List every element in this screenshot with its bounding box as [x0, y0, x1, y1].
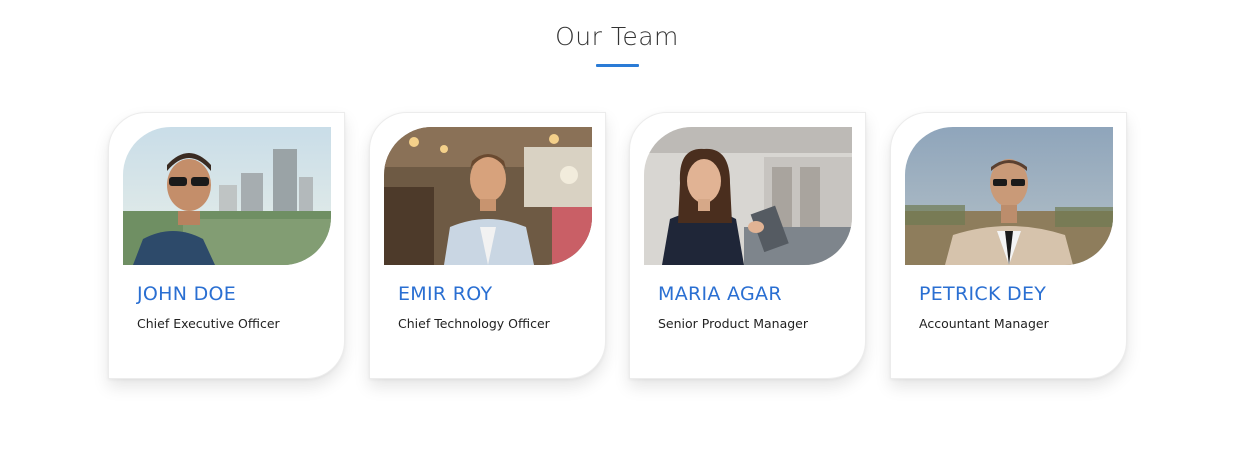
member-role: Senior Product Manager	[658, 316, 809, 331]
team-card[interactable]: EMIR ROY Chief Technology Officer	[369, 112, 606, 379]
team-card[interactable]: PETRICK DEY Accountant Manager	[890, 112, 1127, 379]
member-role: Accountant Manager	[919, 316, 1049, 331]
team-section: Our Team JOHN DOE Chief Executive Office…	[0, 0, 1234, 455]
title-underline	[596, 64, 639, 67]
member-photo	[644, 127, 852, 265]
member-role: Chief Technology Officer	[398, 316, 550, 331]
member-role: Chief Executive Officer	[137, 316, 280, 331]
member-photo	[384, 127, 592, 265]
member-name[interactable]: EMIR ROY	[398, 283, 492, 305]
team-card[interactable]: MARIA AGAR Senior Product Manager	[629, 112, 866, 379]
member-name[interactable]: PETRICK DEY	[919, 283, 1046, 305]
team-cards: JOHN DOE Chief Executive Officer EMIR RO…	[108, 112, 1128, 382]
team-card[interactable]: JOHN DOE Chief Executive Officer	[108, 112, 345, 379]
member-name[interactable]: JOHN DOE	[137, 283, 236, 305]
member-photo	[123, 127, 331, 265]
member-photo	[905, 127, 1113, 265]
member-name[interactable]: MARIA AGAR	[658, 283, 782, 305]
section-title: Our Team	[555, 22, 679, 51]
